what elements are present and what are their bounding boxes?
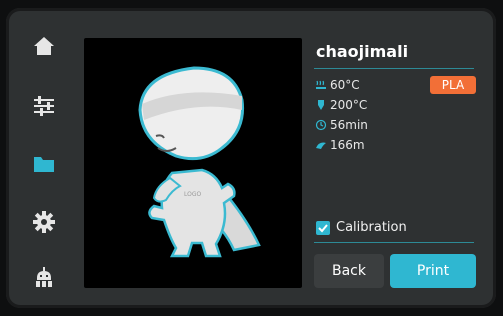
print-button[interactable]: Print xyxy=(390,254,476,288)
folder-icon xyxy=(32,153,56,175)
options-divider xyxy=(314,242,474,243)
file-name: chaojimali xyxy=(316,42,409,61)
model-thumbnail: LOGO xyxy=(138,66,261,258)
back-button[interactable]: Back xyxy=(314,254,384,288)
heatbed-icon xyxy=(314,78,328,92)
file-info-panel: chaojimali PLA 60°C 200°C 56min 166m Cal… xyxy=(306,32,478,294)
bed-temp-value: 60°C xyxy=(330,78,360,92)
nav-home[interactable] xyxy=(24,26,64,66)
calibration-option[interactable]: Calibration xyxy=(316,220,407,235)
settings-sliders-icon xyxy=(32,95,56,117)
gear-icon xyxy=(32,210,56,234)
title-divider xyxy=(314,68,474,69)
filament-icon xyxy=(314,138,328,152)
nozzle-temp-value: 200°C xyxy=(330,98,368,112)
material-badge: PLA xyxy=(430,76,476,94)
filament-value: 166m xyxy=(330,138,365,152)
nav-robot[interactable] xyxy=(24,258,64,298)
print-time-value: 56min xyxy=(330,118,368,132)
home-icon xyxy=(32,35,56,57)
calibration-label: Calibration xyxy=(336,220,407,235)
robot-icon xyxy=(32,266,56,290)
svg-text:LOGO: LOGO xyxy=(184,191,202,198)
sidebar xyxy=(24,26,64,298)
calibration-checkbox[interactable] xyxy=(316,220,330,235)
bed-temp-row: 60°C xyxy=(314,78,360,92)
model-preview: LOGO xyxy=(84,38,302,288)
nav-files[interactable] xyxy=(24,144,64,184)
clock-icon xyxy=(314,118,328,132)
nav-settings[interactable] xyxy=(24,202,64,242)
nav-tune[interactable] xyxy=(24,86,64,126)
nozzle-icon xyxy=(314,98,328,112)
nozzle-temp-row: 200°C xyxy=(314,98,367,112)
filament-row: 166m xyxy=(314,138,365,152)
print-time-row: 56min xyxy=(314,118,368,132)
